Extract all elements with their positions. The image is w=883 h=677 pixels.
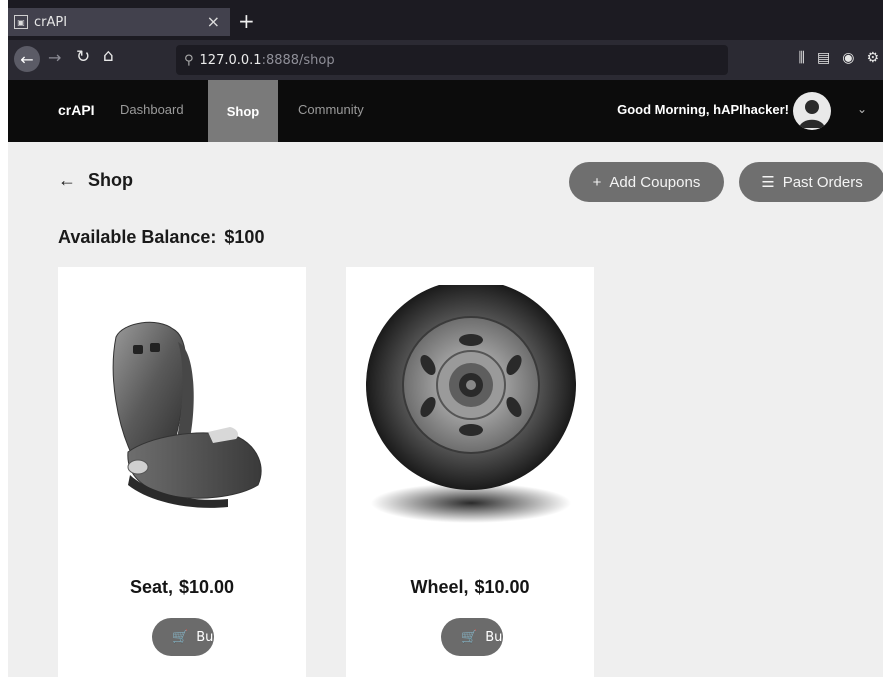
product-price: $10.00 <box>178 577 235 597</box>
nav-community[interactable]: Community <box>298 102 364 117</box>
nav-shop[interactable]: Shop <box>208 80 278 142</box>
plus-icon: + <box>592 173 602 191</box>
chevron-down-icon[interactable]: ⌄ <box>857 102 867 116</box>
browser-window: ▣ crAPI × + ← → ↻ ⌂ ⚲ 127.0.0.1 :8888/sh… <box>8 0 883 677</box>
reload-icon[interactable]: ↻ <box>76 47 90 67</box>
favicon-icon: ▣ <box>14 15 28 29</box>
cart-icon: 🛒 <box>172 629 189 645</box>
product-card-seat: Seat, $10.00 🛒 Buy <box>58 267 306 677</box>
extension-icon[interactable]: ⚙ <box>866 50 879 66</box>
add-coupons-label: Add Coupons <box>609 173 701 191</box>
balance-label: Available Balance: <box>58 227 217 247</box>
page-title: ← Shop <box>58 170 133 191</box>
url-path: :8888/shop <box>261 52 335 68</box>
toolbar-icons: ⫼ ▤ ◉ ⚙ <box>799 50 883 66</box>
browser-toolbar: ← → ↻ ⌂ ⚲ 127.0.0.1 :8888/shop ⫼ ▤ ◉ ⚙ <box>8 40 883 80</box>
greeting-text: Good Morning, hAPIhacker! <box>617 102 789 117</box>
url-bar[interactable]: ⚲ 127.0.0.1 :8888/shop <box>176 45 728 75</box>
past-orders-button[interactable]: ☰ Past Orders <box>739 162 883 202</box>
wheel-image <box>366 285 576 523</box>
app-navbar: crAPI Dashboard Shop Community Good Morn… <box>8 80 883 142</box>
reader-view-icon[interactable]: ▤ <box>817 50 830 66</box>
user-avatar-icon <box>799 100 825 128</box>
seat-image <box>112 321 262 508</box>
close-tab-icon[interactable]: × <box>207 12 220 31</box>
search-icon: ⚲ <box>184 52 194 68</box>
tab-bar: ▣ crAPI × + <box>8 0 883 40</box>
buy-label: Buy <box>485 629 503 645</box>
available-balance: Available Balance: $100 <box>58 227 264 248</box>
cart-icon: 🛒 <box>461 629 478 645</box>
product-name-seat: Seat, $10.00 <box>58 577 306 598</box>
home-icon[interactable]: ⌂ <box>103 46 114 66</box>
page-title-text: Shop <box>88 170 133 190</box>
buy-button-seat[interactable]: 🛒 Buy <box>152 618 214 656</box>
account-icon[interactable]: ◉ <box>842 50 854 66</box>
list-icon: ☰ <box>761 174 775 191</box>
browser-tab[interactable]: ▣ crAPI × <box>8 8 230 36</box>
nav-dashboard[interactable]: Dashboard <box>120 102 184 117</box>
tab-title: crAPI <box>34 14 68 30</box>
buy-button-wheel[interactable]: 🛒 Buy <box>441 618 503 656</box>
avatar[interactable] <box>793 92 831 130</box>
product-price: $10.00 <box>474 577 530 597</box>
forward-icon[interactable]: → <box>48 48 61 67</box>
new-tab-icon[interactable]: + <box>238 8 255 34</box>
buy-label: Buy <box>196 629 214 645</box>
arrow-left-icon[interactable]: ← <box>58 170 76 191</box>
back-icon[interactable]: ← <box>14 46 40 72</box>
url-host: 127.0.0.1 <box>199 52 262 68</box>
add-coupons-button[interactable]: + Add Coupons <box>569 162 724 202</box>
product-name: Seat, <box>129 577 173 597</box>
balance-value: $100 <box>224 227 265 247</box>
product-name-wheel: Wheel, $10.00 <box>346 577 594 598</box>
past-orders-label: Past Orders <box>782 173 863 191</box>
product-name: Wheel, <box>410 577 469 597</box>
library-icon[interactable]: ⫼ <box>799 50 805 66</box>
brand-logo[interactable]: crAPI <box>58 102 95 118</box>
product-card-wheel: Wheel, $10.00 🛒 Buy <box>346 267 594 677</box>
